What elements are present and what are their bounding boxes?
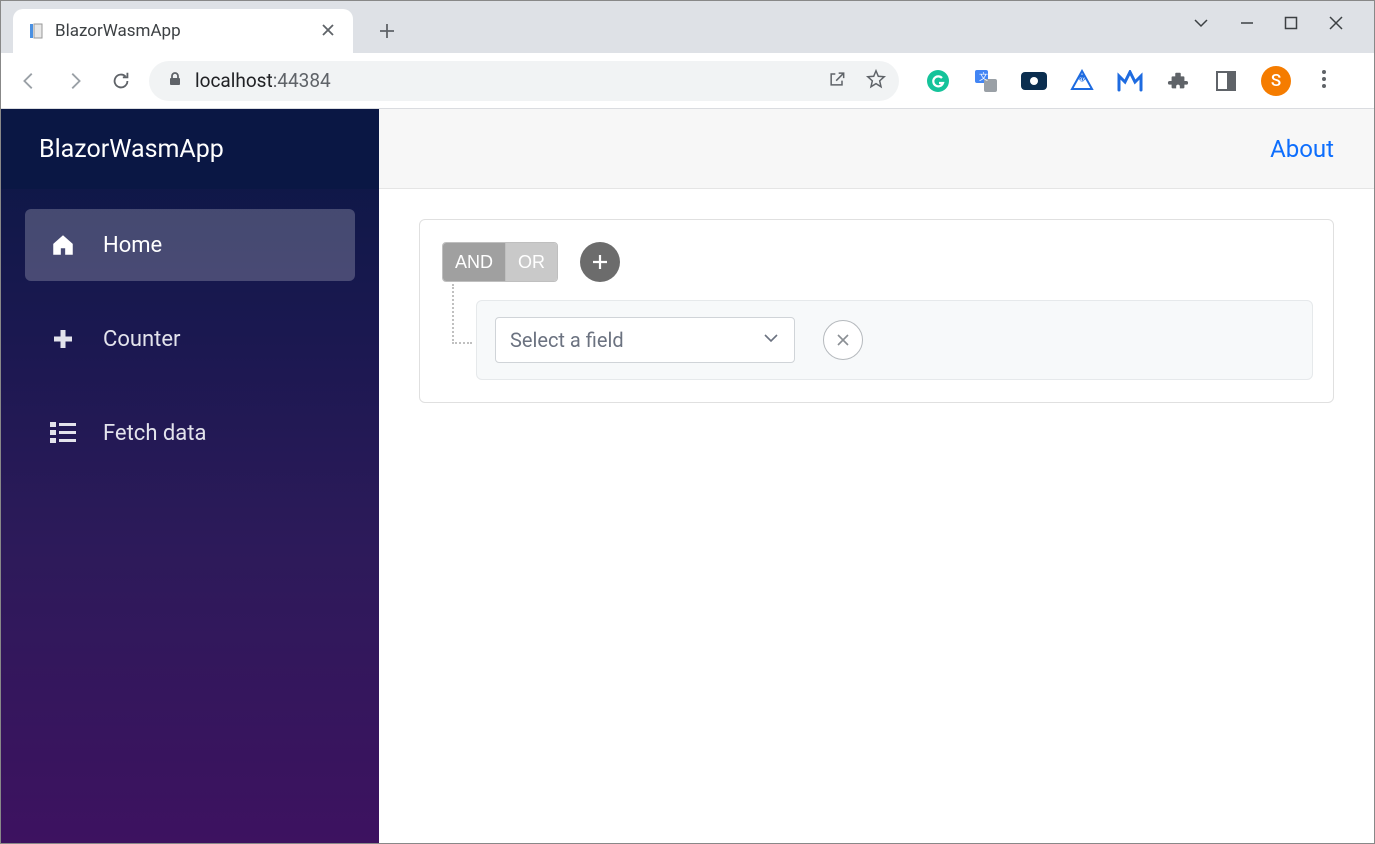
nav-forward-button[interactable]: [57, 63, 93, 99]
query-builder-header: AND OR: [442, 242, 1313, 282]
sidebar-item-label: Fetch data: [103, 421, 206, 446]
ext-translate-icon[interactable]: 文: [973, 68, 999, 94]
condition-toggle: AND OR: [442, 242, 558, 282]
field-select[interactable]: Select a field: [495, 317, 795, 363]
brand-title: BlazorWasmApp: [1, 109, 379, 189]
ext-sidepanel-icon[interactable]: [1213, 68, 1239, 94]
window-maximize-icon[interactable]: [1284, 16, 1298, 30]
browser-toolbar: localhost:44384 文 ax S: [1, 53, 1374, 109]
add-rule-button[interactable]: [580, 242, 620, 282]
main-content: About AND OR: [379, 109, 1374, 843]
window-close-icon[interactable]: [1328, 15, 1344, 31]
window-controls: [1192, 1, 1374, 45]
condition-or-button[interactable]: OR: [506, 243, 557, 281]
rule-connector-line: [442, 300, 476, 380]
profile-avatar[interactable]: S: [1261, 66, 1291, 96]
window-minimize-icon[interactable]: [1240, 16, 1254, 30]
home-icon: [49, 231, 77, 259]
share-icon[interactable]: [827, 69, 847, 93]
window-dropdown-icon[interactable]: [1192, 14, 1210, 32]
list-icon: [49, 419, 77, 447]
field-select-placeholder: Select a field: [510, 328, 624, 352]
sidebar-item-counter[interactable]: Counter: [25, 303, 355, 375]
extension-icons: 文 ax S: [925, 66, 1335, 96]
delete-rule-button[interactable]: [823, 320, 863, 360]
plus-icon: [49, 325, 77, 353]
svg-text:文: 文: [979, 71, 988, 83]
topbar: About: [379, 109, 1374, 189]
app-viewport: BlazorWasmApp Home Counter Fetch data Ab…: [1, 109, 1374, 843]
sidebar-item-label: Counter: [103, 327, 180, 352]
avatar-letter: S: [1271, 71, 1281, 91]
nav-back-button[interactable]: [11, 63, 47, 99]
ext-vpn-icon[interactable]: [1021, 68, 1047, 94]
close-icon: [834, 331, 852, 349]
query-rule: Select a field: [476, 300, 1313, 380]
ext-malwarebytes-icon[interactable]: [1117, 68, 1143, 94]
browser-menu-icon[interactable]: [1313, 69, 1335, 93]
bookmark-star-icon[interactable]: [865, 68, 887, 94]
tab-close-icon[interactable]: [317, 18, 339, 45]
query-builder: AND OR Select a field: [419, 219, 1334, 403]
ext-axe-icon[interactable]: ax: [1069, 68, 1095, 94]
about-link[interactable]: About: [1270, 135, 1334, 163]
page-content: AND OR Select a field: [379, 189, 1374, 433]
new-tab-button[interactable]: [371, 15, 403, 47]
chevron-down-icon: [762, 328, 780, 352]
browser-tab-strip: BlazorWasmApp: [1, 1, 1374, 53]
sidebar-item-fetch-data[interactable]: Fetch data: [25, 397, 355, 469]
condition-and-button[interactable]: AND: [443, 243, 506, 281]
sidebar-item-home[interactable]: Home: [25, 209, 355, 281]
ext-extensions-icon[interactable]: [1165, 68, 1191, 94]
url-port: :44384: [273, 69, 331, 92]
sidebar-nav: Home Counter Fetch data: [1, 189, 379, 489]
sidebar: BlazorWasmApp Home Counter Fetch data: [1, 109, 379, 843]
sidebar-item-label: Home: [103, 233, 162, 258]
query-builder-rules: Select a field: [442, 300, 1313, 380]
tab-title: BlazorWasmApp: [55, 21, 307, 41]
plus-icon: [590, 252, 610, 272]
url-host: localhost: [195, 69, 273, 92]
ext-grammarly-icon[interactable]: [925, 68, 951, 94]
address-bar[interactable]: localhost:44384: [149, 61, 899, 101]
tab-favicon-icon: [27, 22, 45, 40]
svg-text:ax: ax: [1079, 76, 1085, 83]
nav-reload-button[interactable]: [103, 63, 139, 99]
browser-tab[interactable]: BlazorWasmApp: [13, 9, 353, 53]
url-text: localhost:44384: [195, 69, 331, 92]
lock-icon: [167, 71, 183, 91]
